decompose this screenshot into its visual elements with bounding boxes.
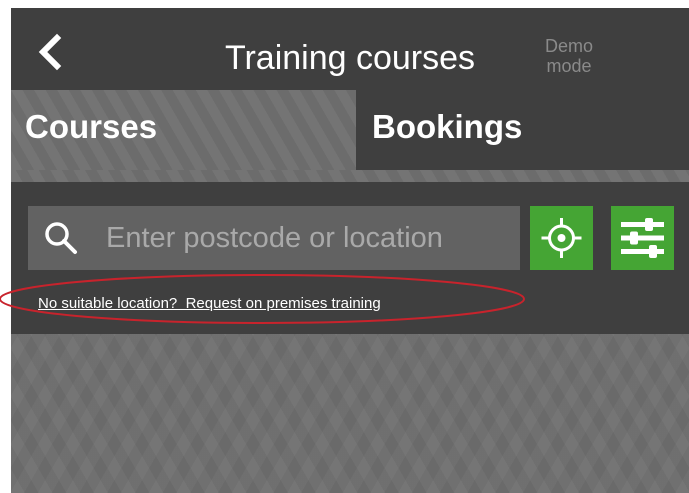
locate-me-button[interactable] bbox=[530, 206, 593, 270]
tab-bar: Courses Bookings bbox=[11, 90, 689, 170]
demo-mode-text: Demo mode bbox=[544, 36, 593, 76]
demo-mode-label: Demo mode bbox=[539, 36, 599, 76]
search-panel: No suitable location? Request on premise… bbox=[11, 182, 689, 334]
search-icon bbox=[45, 222, 77, 254]
top-bar: Training courses Demo mode bbox=[11, 8, 689, 90]
tab-underline-strip bbox=[11, 170, 689, 182]
tab-bookings-label: Bookings bbox=[372, 108, 523, 145]
tab-bookings[interactable]: Bookings bbox=[356, 90, 689, 170]
search-box bbox=[28, 206, 520, 270]
sliders-icon bbox=[621, 218, 664, 258]
results-area bbox=[11, 334, 689, 493]
crosshair-icon bbox=[541, 218, 582, 258]
tab-courses-label: Courses bbox=[25, 108, 158, 145]
search-input[interactable] bbox=[106, 206, 506, 270]
app-screen: Training courses Demo mode Courses Booki… bbox=[11, 8, 689, 493]
filter-button[interactable] bbox=[611, 206, 674, 270]
tab-courses[interactable]: Courses bbox=[11, 90, 356, 170]
request-on-premises-training-link[interactable]: No suitable location? Request on premise… bbox=[38, 295, 381, 313]
